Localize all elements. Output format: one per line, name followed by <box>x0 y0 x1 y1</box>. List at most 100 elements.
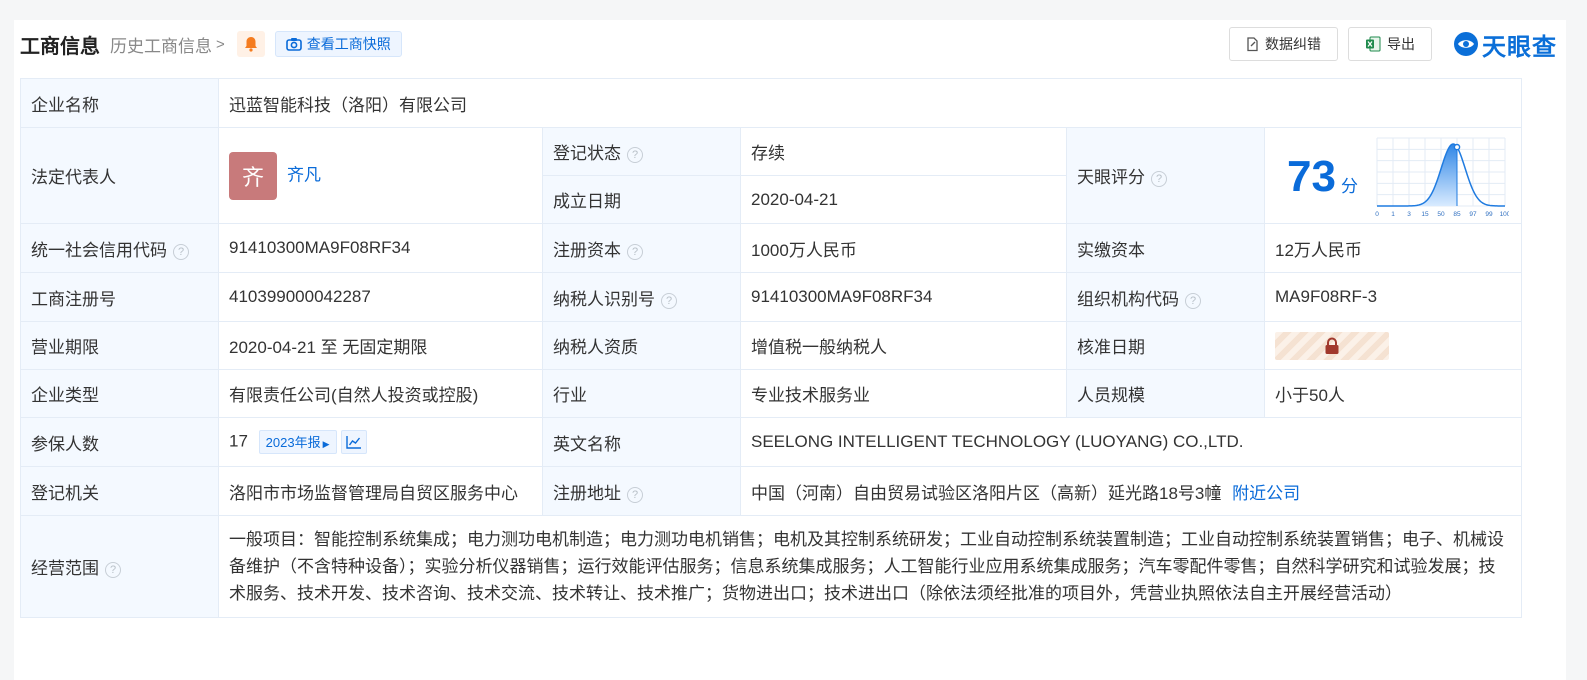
caret-right-icon: ▶ <box>322 439 330 449</box>
reg-capital-value: 1000万人民币 <box>740 223 1067 273</box>
business-info-table: 企业名称 迅蓝智能科技（洛阳）有限公司 法定代表人 齐齐凡 登记状态? 存续 天… <box>20 78 1523 618</box>
line-chart-icon <box>345 436 361 449</box>
org-code-label-cell: 组织机构代码? <box>1066 272 1265 322</box>
reg-address-label-cell: 注册地址? <box>542 466 741 516</box>
tianyan-score-label-cell: 天眼评分? <box>1066 127 1265 224</box>
company-name-value: 迅蓝智能科技（洛阳）有限公司 <box>217 78 1523 128</box>
taxpayer-qual-label: 纳税人资质 <box>542 321 741 370</box>
history-info-label: 历史工商信息 <box>110 36 212 56</box>
taxpayer-id-label-cell: 纳税人识别号? <box>542 272 741 322</box>
company-type-label: 企业类型 <box>20 369 219 418</box>
score-tick-label: 15 <box>1421 211 1429 218</box>
company-type-value: 有限责任公司(自然人投资或控股) <box>218 369 543 418</box>
trend-chart-button[interactable] <box>340 430 367 454</box>
help-icon[interactable]: ? <box>173 243 189 260</box>
help-icon[interactable]: ? <box>1151 171 1167 187</box>
legal-rep-link[interactable]: 齐凡 <box>287 165 321 184</box>
reg-number-value: 410399000042287 <box>218 272 543 322</box>
history-info-link[interactable]: 历史工商信息 > <box>110 32 225 57</box>
score-tick-label: 100 <box>1500 211 1509 218</box>
english-name-value: SEELONG INTELLIGENT TECHNOLOGY (LUOYANG)… <box>739 417 1523 467</box>
bell-icon <box>244 37 257 52</box>
annual-report-label: 2023年报 <box>265 435 321 450</box>
table-row: 统一社会信用代码? 91410300MA9F08RF34 注册资本? 1000万… <box>20 223 1523 273</box>
credit-code-label-cell: 统一社会信用代码? <box>20 223 219 273</box>
export-button[interactable]: 导出 <box>1348 27 1432 61</box>
nearby-companies-link[interactable]: 附近公司 <box>1232 484 1300 503</box>
legal-rep-label: 法定代表人 <box>20 127 219 224</box>
section-title: 工商信息 <box>20 35 100 58</box>
credit-code-value: 91410300MA9F08RF34 <box>218 223 543 273</box>
industry-value: 专业技术服务业 <box>740 369 1067 418</box>
table-row: 企业类型 有限责任公司(自然人投资或控股) 行业 专业技术服务业 人员规模 小于… <box>20 369 1523 418</box>
legal-rep-cell: 齐齐凡 <box>218 127 543 224</box>
logo-eye-icon <box>1454 32 1478 56</box>
tianyancha-logo: 天眼查 <box>1452 27 1557 62</box>
approval-date-label: 核准日期 <box>1066 321 1265 370</box>
help-icon[interactable]: ? <box>1185 292 1201 309</box>
score-distribution-chart: 0 1 3 15 50 85 97 99 100 <box>1375 137 1509 218</box>
english-name-label: 英文名称 <box>542 417 741 467</box>
excel-icon <box>1366 36 1381 52</box>
insured-label: 参保人数 <box>20 417 219 467</box>
annual-report-badge[interactable]: 2023年报 ▶ <box>258 430 337 454</box>
score-tick-label: 50 <box>1437 211 1445 218</box>
help-icon[interactable]: ? <box>627 147 643 163</box>
score-unit: 分 <box>1341 177 1358 196</box>
business-scope-value: 一般项目：智能控制系统集成；电力测功电机制造；电力测功电机销售；电机及其控制系统… <box>217 515 1523 618</box>
business-scope-label-cell: 经营范围? <box>20 515 219 618</box>
data-correction-label: 数据纠错 <box>1265 36 1321 52</box>
logo-text: 天眼查 <box>1482 33 1557 61</box>
monitor-bell-button[interactable] <box>236 31 265 57</box>
help-icon[interactable]: ? <box>627 243 643 260</box>
score-tick-label: 0 <box>1375 211 1379 218</box>
reg-capital-label: 注册资本 <box>553 240 621 260</box>
paid-capital-label: 实缴资本 <box>1066 223 1265 273</box>
staff-size-value: 小于50人 <box>1263 369 1523 418</box>
org-code-label: 组织机构代码 <box>1077 289 1179 309</box>
help-icon[interactable]: ? <box>627 486 643 503</box>
approval-date-cell <box>1263 321 1523 370</box>
taxpayer-qual-value: 增值税一般纳税人 <box>740 321 1067 370</box>
score-chart-area <box>1377 144 1457 206</box>
credit-code-label: 统一社会信用代码 <box>31 240 167 260</box>
reg-authority-value: 洛阳市市场监督管理局自贸区服务中心 <box>218 466 543 516</box>
table-row: 参保人数 17 2023年报 ▶ 英文名称 SEELONG INTELLIGENT… <box>20 417 1523 467</box>
reg-authority-label: 登记机关 <box>20 466 219 516</box>
avatar: 齐 <box>229 151 277 200</box>
taxpayer-id-value: 91410300MA9F08RF34 <box>740 272 1067 322</box>
snapshot-button[interactable]: 查看工商快照 <box>274 31 402 57</box>
business-term-label: 营业期限 <box>20 321 219 370</box>
reg-capital-label-cell: 注册资本? <box>542 223 741 273</box>
company-name-label: 企业名称 <box>20 78 219 128</box>
camera-icon <box>285 38 302 51</box>
data-correction-button[interactable]: 数据纠错 <box>1229 27 1338 61</box>
score-value: 73 <box>1287 152 1336 201</box>
reg-status-label: 登记状态 <box>553 144 621 163</box>
locked-value[interactable] <box>1275 331 1389 360</box>
table-row: 营业期限 2020-04-21 至 无固定期限 纳税人资质 增值税一般纳税人 核… <box>20 321 1523 370</box>
help-icon[interactable]: ? <box>661 292 677 309</box>
org-code-value: MA9F08RF-3 <box>1263 272 1523 322</box>
score-tick-label: 97 <box>1469 211 1477 218</box>
founded-value: 2020-04-21 <box>740 175 1067 224</box>
tianyan-score-cell[interactable]: 73 分 0 1 3 15 50 85 97 99 100 <box>1263 127 1523 224</box>
founded-label: 成立日期 <box>542 175 741 224</box>
score-tick-label: 1 <box>1391 211 1395 218</box>
reg-address-value: 中国（河南）自由贸易试验区洛阳片区（高新）延光路18号3幢 <box>751 483 1222 503</box>
staff-size-label: 人员规模 <box>1066 369 1265 418</box>
score-tick-label: 99 <box>1485 211 1493 218</box>
document-edit-icon <box>1247 36 1258 51</box>
lock-icon <box>1325 337 1339 354</box>
reg-address-label: 注册地址 <box>553 483 621 503</box>
help-icon[interactable]: ? <box>105 562 121 578</box>
tianyan-score-label: 天眼评分 <box>1077 168 1145 187</box>
header-tools: 数据纠错 导出 天眼查 <box>1219 27 1557 62</box>
insured-cell: 17 2023年报 ▶ <box>218 417 543 467</box>
section-header: 工商信息 历史工商信息 > 查看工商快照 数据纠错 导出 天眼查 <box>20 27 1557 62</box>
paid-capital-value: 12万人民币 <box>1263 223 1523 273</box>
business-term-value: 2020-04-21 至 无固定期限 <box>218 321 543 370</box>
snapshot-label: 查看工商快照 <box>306 36 391 52</box>
score-marker-point <box>1453 143 1461 151</box>
table-row: 登记机关 洛阳市市场监督管理局自贸区服务中心 注册地址? 中国（河南）自由贸易试… <box>20 466 1523 516</box>
